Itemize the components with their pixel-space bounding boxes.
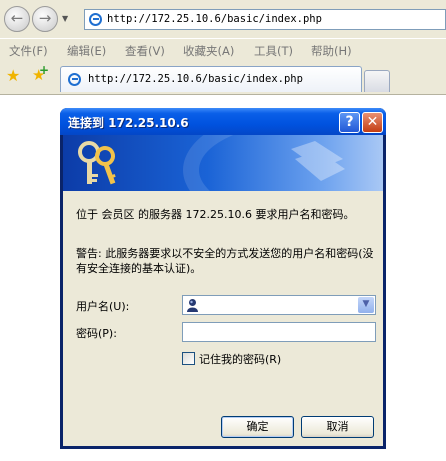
username-combobox[interactable]: ▼ xyxy=(182,295,376,315)
dialog-titlebar[interactable]: 连接到 172.25.10.6 ? ✕ xyxy=(60,108,386,135)
tab-active[interactable]: http://172.25.10.6/basic/index.php xyxy=(60,66,362,92)
chevron-down-icon: ▼ xyxy=(362,299,370,309)
back-button[interactable]: ← xyxy=(4,6,30,32)
menu-edit[interactable]: 编辑(E) xyxy=(67,43,106,59)
password-label: 密码(P): xyxy=(76,327,117,340)
username-label: 用户名(U): xyxy=(76,300,130,313)
dropdown-arrow-button[interactable]: ▼ xyxy=(358,297,374,313)
close-button[interactable]: ✕ xyxy=(362,112,383,133)
forward-arrow-icon: → xyxy=(38,9,52,27)
login-dialog: 连接到 172.25.10.6 ? ✕ 位于 会员区 的服务器 172.25.1… xyxy=(60,108,386,449)
dialog-message: 位于 会员区 的服务器 172.25.10.6 要求用户名和密码。 xyxy=(76,208,355,221)
menu-view[interactable]: 查看(V) xyxy=(125,43,165,59)
menu-help[interactable]: 帮助(H) xyxy=(311,43,352,59)
history-dropdown-icon[interactable]: ▼ xyxy=(62,14,68,23)
tab-page-icon xyxy=(68,73,81,86)
address-toolbar: ← → ▼ http://172.25.10.6/basic/index.php xyxy=(0,0,446,38)
menu-tools[interactable]: 工具(T) xyxy=(254,43,293,59)
tab-bar: ★ ★ + http://172.25.10.6/basic/index.php xyxy=(0,61,446,95)
dialog-banner xyxy=(63,135,383,191)
cancel-button[interactable]: 取消 xyxy=(301,416,374,438)
dialog-body: 位于 会员区 的服务器 172.25.10.6 要求用户名和密码。 警告: 此服… xyxy=(63,135,383,446)
ie-page-icon xyxy=(89,13,102,26)
url-text[interactable]: http://172.25.10.6/basic/index.php xyxy=(107,13,322,25)
dialog-warning: 警告: 此服务器要求以不安全的方式发送您的用户名和密码(没有安全连接的基本认证)… xyxy=(76,247,374,275)
help-button[interactable]: ? xyxy=(339,112,360,133)
tab-title: http://172.25.10.6/basic/index.php xyxy=(88,73,303,85)
user-icon xyxy=(187,299,198,312)
keys-icon xyxy=(78,141,116,185)
favorites-star-icon[interactable]: ★ xyxy=(6,66,20,85)
remember-password-label[interactable]: 记住我的密码(R) xyxy=(199,351,281,367)
password-field[interactable] xyxy=(182,322,376,342)
back-arrow-icon: ← xyxy=(10,9,24,27)
address-bar[interactable]: http://172.25.10.6/basic/index.php xyxy=(84,9,446,30)
menu-favorites[interactable]: 收藏夹(A) xyxy=(183,43,234,59)
remember-password-checkbox[interactable] xyxy=(182,352,195,365)
add-favorite-icon[interactable]: ★ + xyxy=(32,63,49,84)
menu-file[interactable]: 文件(F) xyxy=(9,43,48,59)
banner-swoosh xyxy=(183,135,383,191)
menu-bar: 文件(F) 编辑(E) 查看(V) 收藏夹(A) 工具(T) 帮助(H) xyxy=(0,38,446,62)
dialog-title: 连接到 172.25.10.6 xyxy=(68,116,189,130)
new-tab-button[interactable] xyxy=(364,70,390,92)
banner-document-icon xyxy=(291,141,345,181)
forward-button[interactable]: → xyxy=(32,6,58,32)
ok-button[interactable]: 确定 xyxy=(221,416,294,438)
